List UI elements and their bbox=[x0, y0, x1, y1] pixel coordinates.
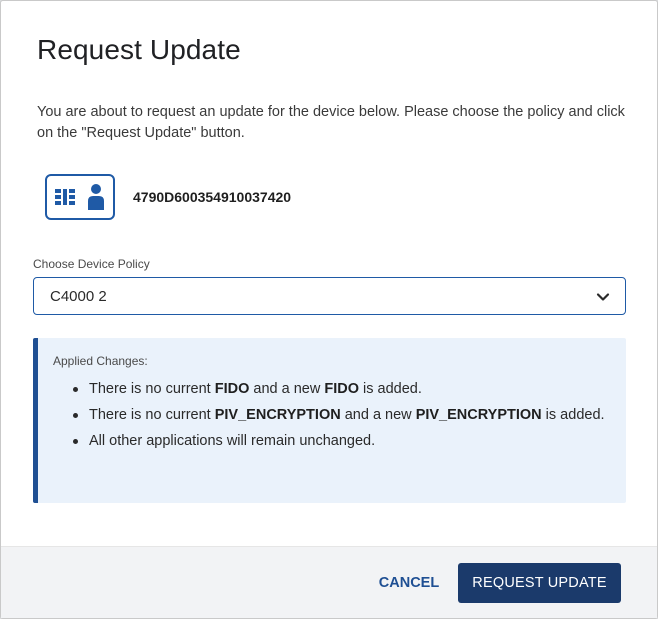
list-item: There is no current PIV_ENCRYPTION and a… bbox=[71, 404, 611, 426]
change-text: and a new bbox=[340, 407, 416, 423]
request-update-dialog: Request Update You are about to request … bbox=[0, 0, 658, 619]
change-text: and a new bbox=[249, 381, 325, 397]
new-app-name: PIV_ENCRYPTION bbox=[415, 407, 542, 423]
list-item: All other applications will remain uncha… bbox=[71, 430, 611, 452]
applied-changes-title: Applied Changes: bbox=[53, 354, 148, 368]
request-update-button[interactable]: REQUEST UPDATE bbox=[458, 563, 621, 603]
chevron-down-icon bbox=[596, 293, 610, 301]
list-item: There is no current FIDO and a new FIDO … bbox=[71, 378, 611, 400]
current-app-name: FIDO bbox=[214, 381, 250, 397]
user-icon bbox=[88, 184, 104, 210]
applied-changes-panel: Applied Changes: There is no current FID… bbox=[33, 338, 626, 503]
change-text: is added. bbox=[359, 381, 422, 397]
dialog-title: Request Update bbox=[37, 34, 241, 65]
applied-changes-list: There is no current FIDO and a new FIDO … bbox=[71, 378, 611, 456]
dialog-intro-text: You are about to request an update for t… bbox=[37, 104, 625, 141]
device-row: 4790D600354910037420 bbox=[45, 174, 291, 220]
change-text: There is no current bbox=[89, 407, 215, 423]
device-id: 4790D600354910037420 bbox=[133, 189, 292, 205]
device-policy-select[interactable]: C4000 2 bbox=[33, 277, 626, 315]
new-app-name: FIDO bbox=[324, 381, 359, 397]
smartcard-user-icon bbox=[45, 174, 115, 220]
cancel-button[interactable]: CANCEL bbox=[367, 565, 451, 601]
chip-icon bbox=[55, 189, 75, 205]
change-text: All other applications will remain uncha… bbox=[89, 433, 376, 449]
policy-select-label: Choose Device Policy bbox=[33, 257, 150, 271]
change-text: There is no current bbox=[89, 381, 215, 397]
dialog-footer: CANCEL REQUEST UPDATE bbox=[1, 546, 657, 618]
policy-selected-value: C4000 2 bbox=[50, 288, 107, 305]
current-app-name: PIV_ENCRYPTION bbox=[214, 407, 341, 423]
change-text: is added. bbox=[541, 407, 605, 423]
